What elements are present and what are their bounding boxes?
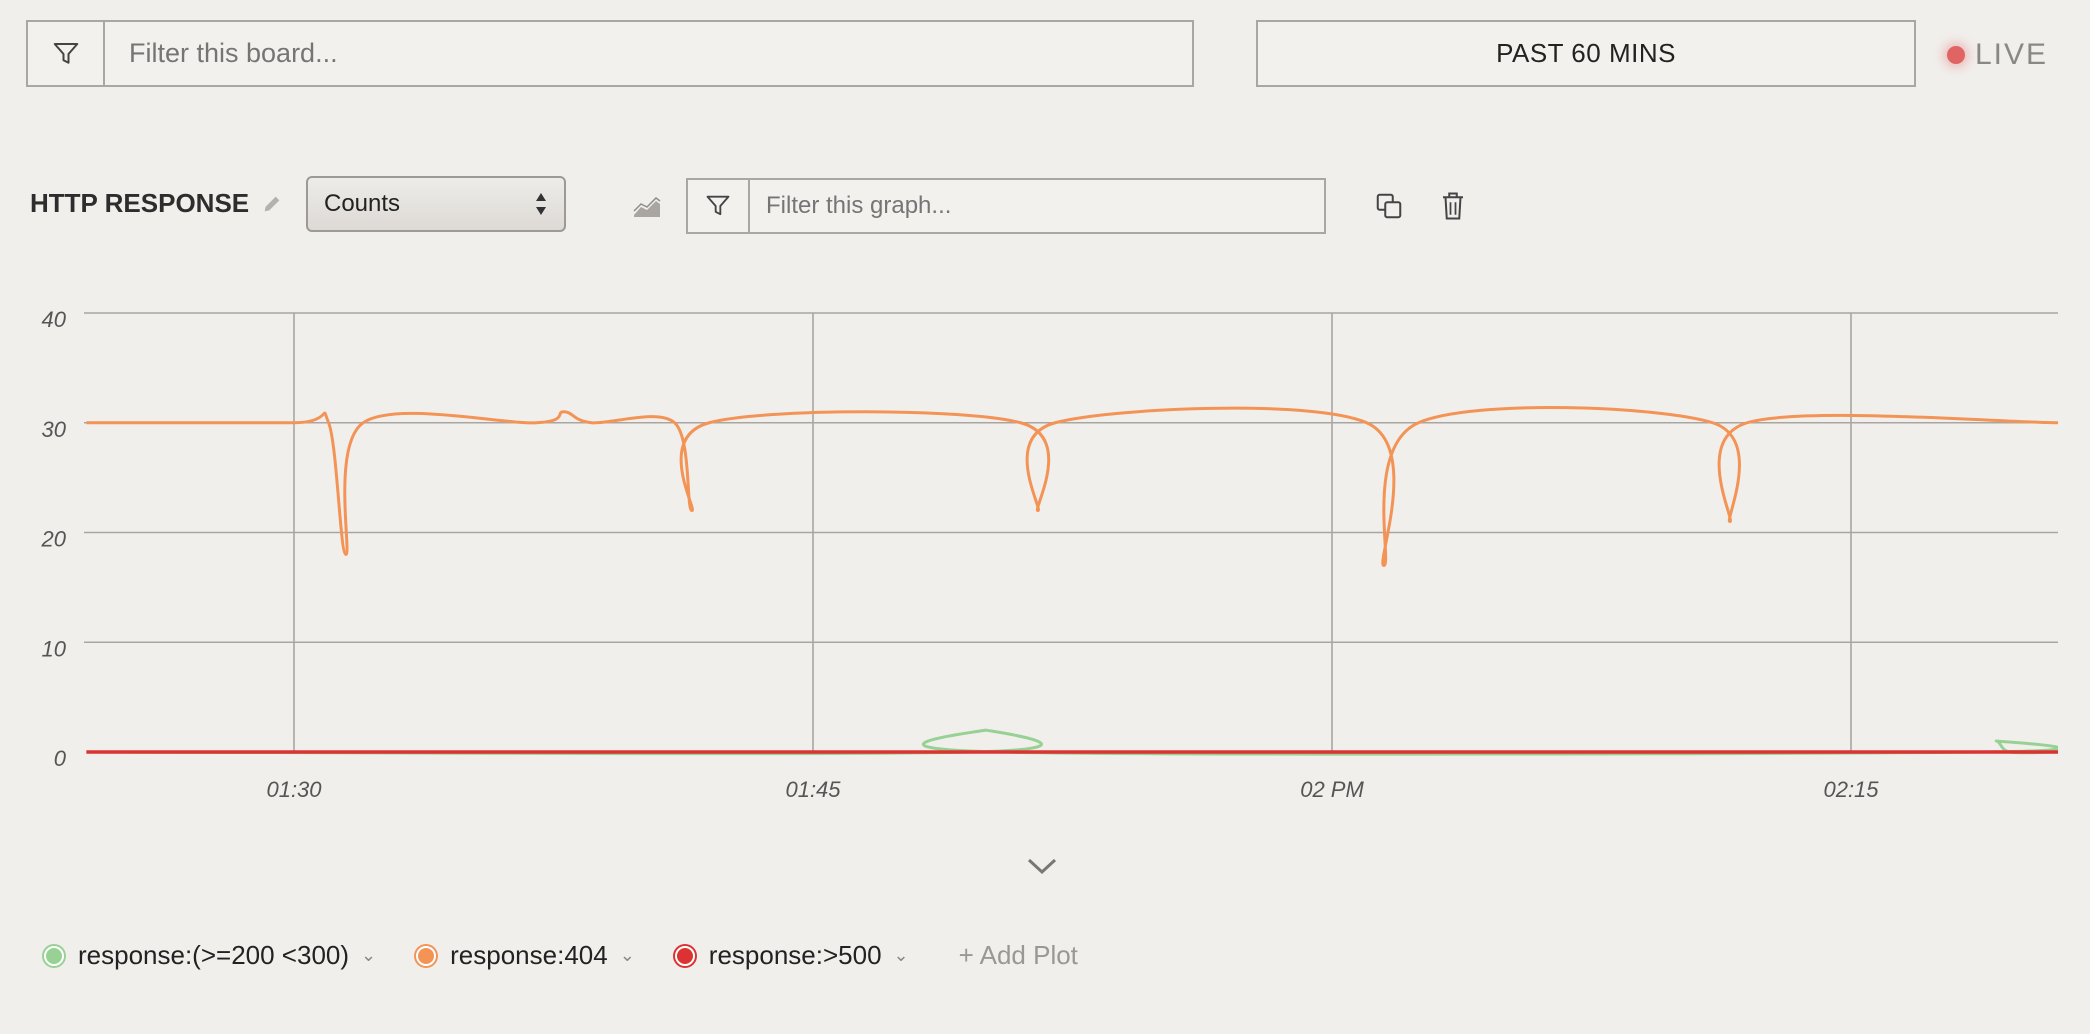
- legend-label: response:404: [450, 940, 608, 970]
- graph-title: HTTP RESPONSE: [30, 188, 283, 219]
- graph-filter-icon-box[interactable]: [688, 180, 750, 232]
- x-tick-label: 01:45: [785, 777, 841, 802]
- legend-dot-icon: [416, 945, 437, 966]
- y-tick-label: 20: [41, 527, 67, 552]
- expand-graph-button[interactable]: [1026, 856, 1058, 881]
- y-tick-label: 10: [42, 636, 67, 661]
- board-filter-input[interactable]: [105, 22, 1192, 85]
- y-axis-ticks: 0 10 20 30 40: [41, 307, 67, 771]
- filter-icon: [53, 42, 78, 64]
- select-arrows-icon: [536, 193, 546, 215]
- x-tick-label: 01:30: [266, 777, 322, 802]
- x-tick-label: 02 PM: [1300, 777, 1364, 802]
- legend-dot-icon: [674, 945, 695, 966]
- chevron-down-icon[interactable]: ⌄: [361, 945, 376, 966]
- chevron-down-icon: [1027, 858, 1057, 875]
- legend-item-2xx[interactable]: response:(>=200 <300) ⌄: [44, 940, 376, 971]
- legend-label: response:(>=200 <300): [78, 940, 350, 970]
- legend: response:(>=200 <300) ⌄ response:404 ⌄ r…: [44, 940, 1078, 971]
- pencil-icon[interactable]: [261, 193, 283, 215]
- legend-label: response:>500: [708, 940, 882, 970]
- chevron-down-icon[interactable]: ⌄: [620, 945, 635, 966]
- board-filter: [26, 20, 1194, 87]
- filter-icon: [706, 195, 730, 216]
- legend-item-404[interactable]: response:404 ⌄: [416, 940, 635, 971]
- y-tick-label: 30: [42, 417, 67, 442]
- legend-dot-icon: [44, 945, 64, 966]
- chart-type-button[interactable]: [632, 195, 662, 224]
- aggregation-value: Counts: [324, 190, 401, 217]
- chart-grid: [84, 312, 2058, 752]
- chart-series: [86, 406, 2058, 756]
- legend-item-500[interactable]: response:>500 ⌄: [674, 940, 909, 971]
- graph-title-text: HTTP RESPONSE: [30, 188, 250, 218]
- live-toggle[interactable]: LIVE: [1947, 38, 2048, 72]
- x-tick-label: 02:15: [1823, 777, 1879, 802]
- duplicate-graph-button[interactable]: [1374, 191, 1404, 226]
- http-response-chart: 0 10 20 30 40 01:30 01:45 02 PM 02:15: [41, 307, 2058, 802]
- live-label: LIVE: [1975, 38, 2049, 71]
- delete-graph-button[interactable]: [1440, 191, 1466, 226]
- add-plot-link[interactable]: + Add Plot: [959, 940, 1078, 971]
- time-range-button[interactable]: PAST 60 MINS: [1256, 20, 1916, 87]
- chevron-down-icon[interactable]: ⌄: [894, 945, 909, 966]
- y-tick-label: 0: [54, 746, 67, 771]
- live-indicator-icon: [1947, 46, 1965, 64]
- area-chart-icon: [633, 197, 661, 217]
- graph-filter: [686, 178, 1326, 234]
- series-line: [86, 406, 2058, 567]
- x-axis-ticks: 01:30 01:45 02 PM 02:15: [266, 777, 1879, 802]
- board-filter-icon[interactable]: [28, 22, 105, 85]
- aggregation-select[interactable]: Counts: [306, 176, 566, 232]
- y-tick-label: 40: [42, 307, 67, 332]
- trash-icon: [1443, 192, 1463, 220]
- copy-icon: [1376, 193, 1402, 219]
- graph-filter-input[interactable]: [750, 180, 1324, 232]
